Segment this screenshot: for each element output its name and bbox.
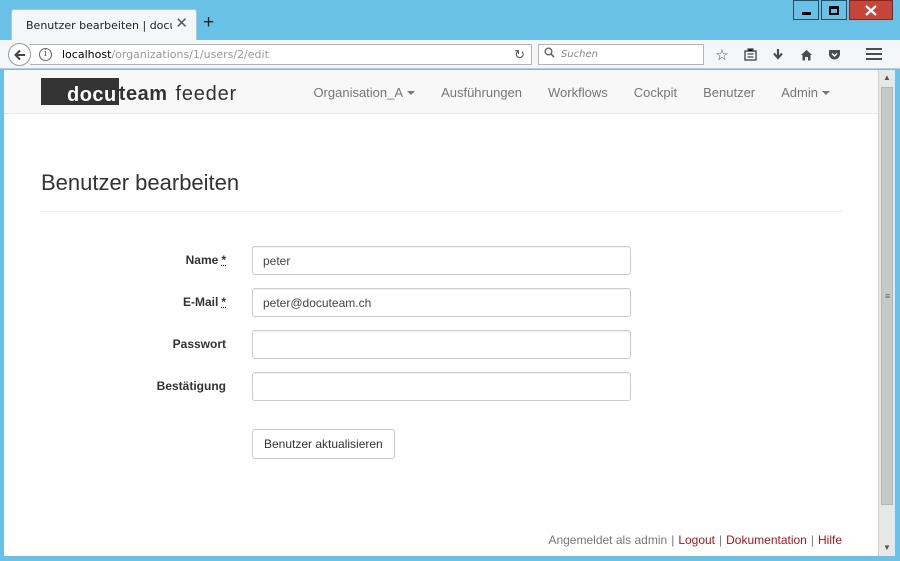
- reading-list-icon[interactable]: [736, 44, 764, 65]
- email-input[interactable]: [252, 288, 631, 317]
- page-title: Benutzer bearbeiten: [41, 170, 240, 195]
- required-marker: *: [221, 295, 226, 309]
- scrollbar-thumb[interactable]: ≡: [881, 87, 893, 505]
- footer: Angemeldet als admin | Logout | Dokumentatio…: [548, 533, 842, 547]
- scroll-up-arrow-icon[interactable]: ▲: [879, 70, 895, 86]
- caret-down-icon: [407, 91, 416, 96]
- form-row-password: Passwort: [4, 330, 878, 359]
- hamburger-menu-icon[interactable]: [866, 46, 882, 62]
- form-row-email: E-Mail *: [4, 288, 878, 317]
- separator: |: [810, 533, 814, 547]
- toolbar-icons: ☆: [708, 44, 848, 65]
- nav-ausfuehrungen[interactable]: Ausführungen: [441, 85, 522, 100]
- nav-workflows[interactable]: Workflows: [548, 85, 608, 100]
- minimize-icon[interactable]: [793, 0, 819, 20]
- name-input[interactable]: [252, 246, 631, 275]
- window-bottom-edge: [0, 556, 900, 561]
- form-row-confirmation: Bestätigung: [4, 372, 878, 401]
- required-marker: *: [221, 253, 226, 267]
- nav-benutzer[interactable]: Benutzer: [703, 85, 755, 100]
- plus-icon[interactable]: +: [203, 13, 214, 33]
- download-icon[interactable]: [764, 44, 792, 65]
- separator: |: [671, 533, 675, 547]
- info-icon[interactable]: i: [39, 48, 52, 61]
- confirmation-label: Bestätigung: [156, 379, 226, 393]
- pocket-icon[interactable]: [820, 44, 848, 65]
- tab-title: Benutzer bearbeiten | docuteam: [26, 19, 172, 32]
- logged-in-text: Angemeldet als admin: [548, 533, 668, 547]
- caret-down-icon: [822, 91, 830, 96]
- window-close-icon[interactable]: [849, 0, 893, 20]
- form-row-name: Name *: [4, 246, 878, 275]
- scroll-down-arrow-icon[interactable]: ▼: [879, 540, 895, 556]
- password-input[interactable]: [252, 330, 631, 359]
- url-bar[interactable]: i localhost/organizations/1/users/2/edit…: [30, 44, 532, 65]
- nav-links: Organisation_A Ausführungen Workflows Co…: [287, 70, 830, 114]
- logout-link[interactable]: Logout: [678, 533, 715, 547]
- logo-feeder: feeder: [175, 83, 237, 105]
- update-user-button[interactable]: Benutzer aktualisieren: [252, 429, 395, 459]
- browser-tab[interactable]: Benutzer bearbeiten | docuteam ✕: [11, 9, 197, 40]
- vertical-scrollbar[interactable]: ▲ ≡ ▼: [878, 70, 895, 556]
- nav-cockpit[interactable]: Cockpit: [634, 85, 677, 100]
- close-icon[interactable]: ✕: [175, 16, 188, 32]
- window-controls: [791, 0, 893, 20]
- page-viewport: docu team feeder Organisation_A Ausführu…: [4, 70, 878, 556]
- url-text: localhost/organizations/1/users/2/edit: [62, 48, 269, 61]
- window-titlebar: Benutzer bearbeiten | docuteam ✕ +: [0, 0, 900, 40]
- reload-icon[interactable]: ↻: [514, 47, 525, 63]
- nav-admin-dropdown[interactable]: Admin: [781, 85, 830, 100]
- search-bar[interactable]: Suchen: [538, 44, 704, 65]
- logo-team: team: [118, 83, 168, 105]
- separator: |: [719, 533, 723, 547]
- app-navbar: docu team feeder Organisation_A Ausführu…: [4, 70, 878, 114]
- home-icon[interactable]: [792, 44, 820, 65]
- help-link[interactable]: Hilfe: [818, 533, 842, 547]
- browser-toolbar: i localhost/organizations/1/users/2/edit…: [0, 40, 900, 69]
- confirmation-input[interactable]: [252, 372, 631, 401]
- documentation-link[interactable]: Dokumentation: [726, 533, 807, 547]
- star-icon[interactable]: ☆: [708, 44, 736, 65]
- name-label: Name *: [185, 253, 226, 267]
- nav-organisation-dropdown[interactable]: Organisation_A: [313, 85, 416, 100]
- docuteam-feeder-logo[interactable]: docu team feeder: [41, 78, 237, 106]
- title-divider: [41, 211, 843, 212]
- maximize-icon[interactable]: [821, 0, 847, 20]
- grip-icon: ≡: [885, 291, 891, 301]
- search-icon: [544, 47, 555, 61]
- back-arrow-icon[interactable]: [8, 43, 31, 66]
- search-placeholder: Suchen: [561, 49, 599, 60]
- email-label: E-Mail *: [182, 295, 226, 309]
- logo-docu: docu: [41, 78, 119, 106]
- password-label: Passwort: [172, 337, 226, 351]
